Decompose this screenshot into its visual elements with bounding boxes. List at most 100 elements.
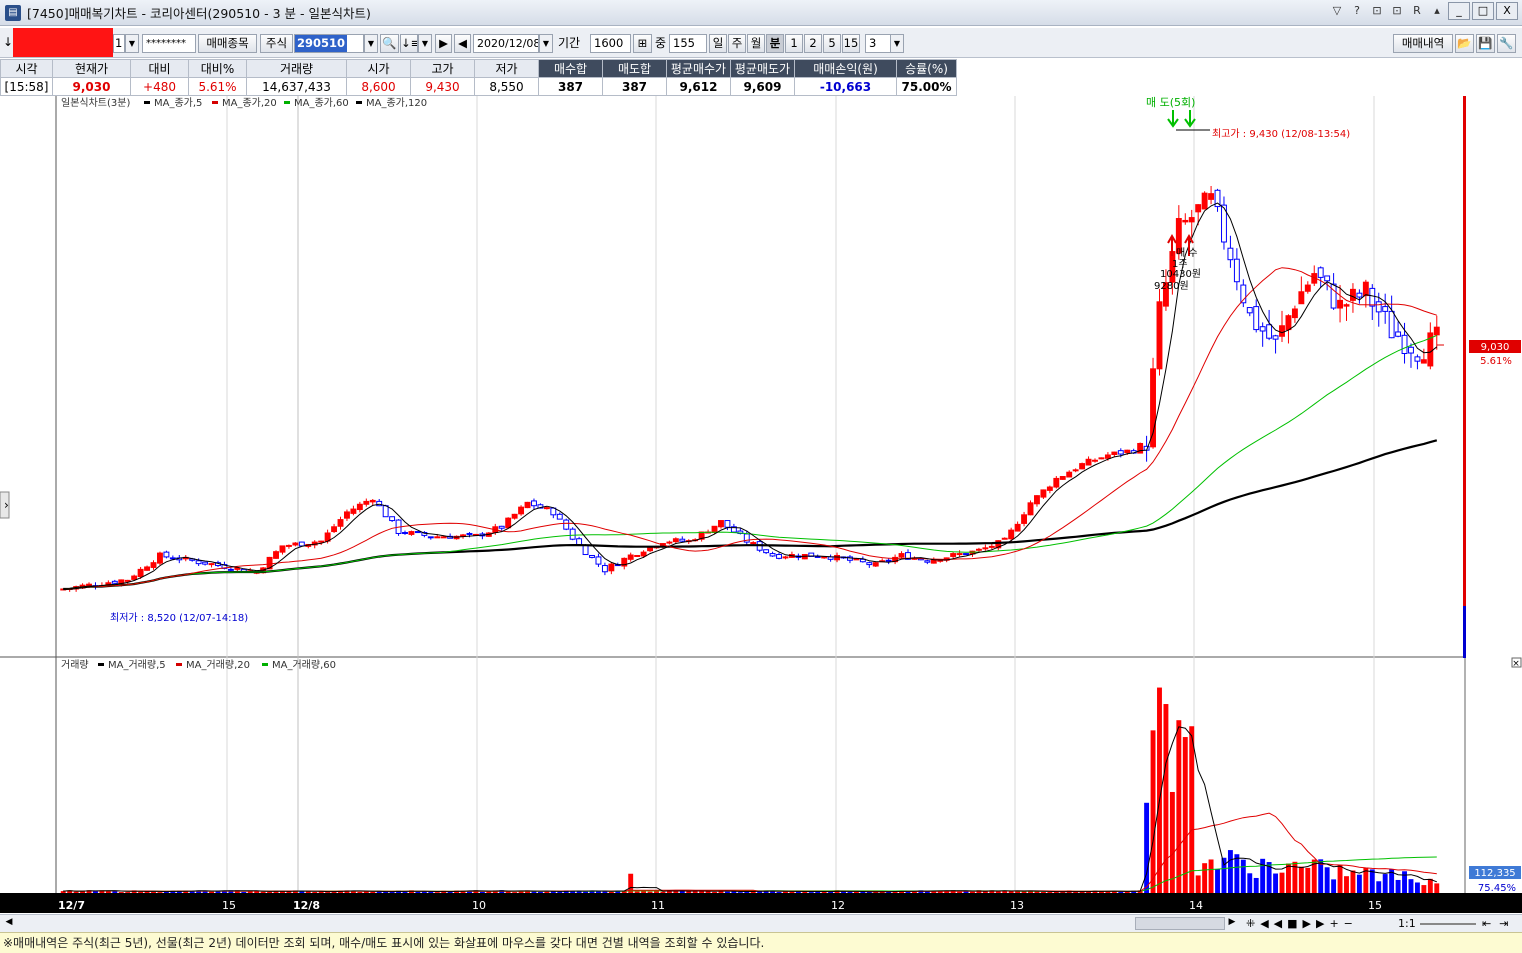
volume-bar xyxy=(847,891,853,893)
candle-body xyxy=(1188,217,1195,223)
sort-button[interactable]: ↓≡ xyxy=(400,34,418,53)
minute-dropdown[interactable]: ▼ xyxy=(890,34,904,53)
candle-body xyxy=(608,563,615,572)
interval-button[interactable]: 일 xyxy=(709,34,727,53)
maximize-button[interactable]: □ xyxy=(1472,2,1494,20)
trade-stocks-button[interactable]: 매매종목 xyxy=(198,34,257,53)
candle-body xyxy=(169,557,176,560)
candle-body xyxy=(1072,469,1079,472)
volume-bar xyxy=(647,891,653,893)
account-suffix[interactable]: 1 xyxy=(113,34,125,53)
volume-bar xyxy=(157,892,163,893)
volume-bar xyxy=(1279,872,1285,893)
dropdown-icon[interactable]: ▽ xyxy=(1328,2,1346,20)
quote-header: 승률(%) xyxy=(896,59,957,78)
quote-value: 9,430 xyxy=(410,77,475,96)
sort-arrow-icon[interactable]: ↓ xyxy=(3,34,13,53)
period-input[interactable]: 1600 xyxy=(590,34,631,53)
zoom-slider[interactable] xyxy=(1420,923,1476,925)
side-panel-arrow-icon: › xyxy=(4,498,9,512)
candle-body xyxy=(137,568,144,578)
search-icon: 🔍 xyxy=(382,36,397,50)
overlap-input[interactable]: 155 xyxy=(669,34,707,53)
help-icon[interactable]: ? xyxy=(1348,2,1366,20)
candle-body xyxy=(885,559,892,562)
volume-bar xyxy=(1382,874,1388,893)
interval-button[interactable]: 분 xyxy=(766,34,784,53)
date-dropdown[interactable]: ▼ xyxy=(539,34,553,53)
x-tick-label: 12 xyxy=(831,899,845,912)
stock-code-input[interactable]: 290510 xyxy=(294,34,364,53)
minimize-button[interactable]: _ xyxy=(1448,2,1470,20)
quote-header: 평균매수가 xyxy=(666,59,731,78)
x-tick-label: 10 xyxy=(472,899,486,912)
volume-bar xyxy=(1195,875,1201,893)
candle-body xyxy=(518,506,525,515)
end-nav-icons[interactable]: ⇤⇥ xyxy=(1482,915,1516,932)
zoom-level[interactable]: 1:1 xyxy=(1398,915,1416,932)
chart-nav-icons[interactable]: ⁜◀◀■▶▶+− xyxy=(1246,915,1358,932)
candle-body xyxy=(1259,326,1266,332)
interval-button[interactable]: 주 xyxy=(728,34,746,53)
password-field[interactable]: ******** xyxy=(142,34,196,53)
account-dropdown[interactable]: ▼ xyxy=(125,34,139,53)
scroll-thumb[interactable] xyxy=(1135,917,1225,930)
candle-body xyxy=(402,532,408,535)
interval-button[interactable]: 15 xyxy=(842,34,860,53)
market-select[interactable]: 주식 xyxy=(260,34,293,53)
chart-area[interactable]: › 12/7 15 12/8 10 11 12 13 14 15 일본식차트(3분) MA_종가,5 M… xyxy=(0,96,1522,916)
candle-body xyxy=(1253,306,1260,331)
settings-button[interactable]: 🔧 xyxy=(1497,34,1516,53)
candle-body xyxy=(769,553,776,557)
candle-body xyxy=(131,575,138,580)
interval-button[interactable]: 1 xyxy=(785,34,803,53)
scroll-right-arrow[interactable]: ▶ xyxy=(1225,917,1239,930)
window-title: [7450]매매복기차트 - 코리아센터(290510 - 3 분 - 일본식차… xyxy=(27,6,371,21)
candle-body xyxy=(531,500,537,507)
search-button[interactable]: 🔍 xyxy=(380,34,399,53)
save-button[interactable]: 💾 xyxy=(1476,34,1495,53)
x-tick-label: 12/7 xyxy=(58,899,85,912)
overlap-button[interactable]: ⊞ xyxy=(633,34,652,53)
candle-body xyxy=(1343,304,1350,307)
close-icon: × xyxy=(1512,659,1520,669)
screen-icon[interactable]: ⊡ xyxy=(1368,2,1386,20)
candle-body xyxy=(1388,310,1395,339)
current-price-label: 9,030 xyxy=(1481,342,1510,353)
sort-dropdown[interactable]: ▼ xyxy=(418,34,432,53)
candle-body xyxy=(298,541,305,547)
volume-bar xyxy=(583,891,589,893)
volume-bar xyxy=(737,892,743,893)
date-input[interactable]: 2020/12/08 xyxy=(473,34,539,53)
interval-button[interactable]: 월 xyxy=(747,34,765,53)
trade-history-button[interactable]: 매매내역 xyxy=(1393,34,1453,53)
refresh-icon[interactable]: R xyxy=(1408,2,1426,20)
candle-body xyxy=(750,542,757,545)
minute-input[interactable]: 3 xyxy=(865,34,891,53)
volume-bar xyxy=(325,892,331,893)
stock-code-dropdown[interactable]: ▼ xyxy=(364,34,378,53)
prev-button[interactable]: ◀ xyxy=(454,34,471,53)
close-button[interactable]: X xyxy=(1496,2,1518,20)
quote-value: 14,637,433 xyxy=(246,77,347,96)
next-button[interactable]: ▶ xyxy=(435,34,452,53)
quote-header: 고가 xyxy=(410,59,475,78)
red-position-bar xyxy=(1463,96,1466,606)
candle-body xyxy=(866,562,873,566)
candle-body xyxy=(724,520,731,528)
volume-bar xyxy=(1163,704,1169,893)
stock-code-text: 290510 xyxy=(295,35,348,52)
pin-icon[interactable]: ▴ xyxy=(1428,2,1446,20)
interval-button[interactable]: 2 xyxy=(804,34,822,53)
volume-legend-label: MA_거래량,20 xyxy=(186,659,250,671)
scroll-left-arrow[interactable]: ◀ xyxy=(2,917,16,930)
link-icon[interactable]: ⊡ xyxy=(1388,2,1406,20)
candle-body xyxy=(982,547,989,550)
interval-button[interactable]: 5 xyxy=(823,34,841,53)
horizontal-scrollbar[interactable]: ◀ ▶ ⁜◀◀■▶▶+− 1:1 ⇤⇥ xyxy=(0,914,1522,932)
app-icon: ▤ xyxy=(5,4,21,21)
open-button[interactable]: 📂 xyxy=(1455,34,1474,53)
quote-header: 거래량 xyxy=(246,59,347,78)
quote-header: 대비 xyxy=(130,59,189,78)
candle-body xyxy=(1156,301,1163,370)
